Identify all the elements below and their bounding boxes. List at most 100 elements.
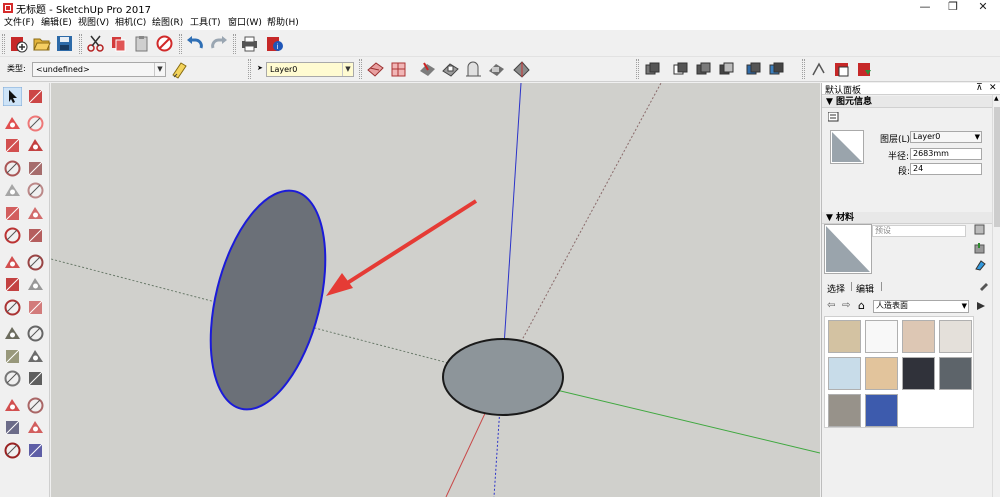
details-arrow-icon[interactable]: [975, 300, 987, 312]
material-swatch[interactable]: [939, 320, 972, 353]
protractor-icon[interactable]: [3, 347, 22, 366]
zoom-extents-icon[interactable]: [464, 60, 483, 79]
material-swatch[interactable]: [828, 357, 861, 390]
print-icon[interactable]: [240, 34, 259, 53]
layer-dropdown[interactable]: Layer0 ▼: [910, 131, 982, 143]
menu-edit[interactable]: 编辑(E): [41, 16, 72, 30]
tray-scrollbar[interactable]: ▲: [992, 95, 1000, 497]
close-button[interactable]: ✕: [968, 0, 998, 16]
paint-icon[interactable]: [170, 60, 189, 79]
right-view-icon[interactable]: [717, 60, 736, 79]
chevron-down-icon[interactable]: ▼: [975, 132, 980, 142]
orbit-icon[interactable]: [3, 396, 22, 415]
sample-paint-icon[interactable]: [974, 259, 986, 271]
camera-icon[interactable]: [487, 60, 506, 79]
front-view-icon[interactable]: [694, 60, 713, 79]
menu-view[interactable]: 视图(V): [78, 16, 109, 30]
chevron-down-icon[interactable]: ▼: [342, 63, 353, 76]
tab-edit[interactable]: 编辑: [856, 282, 874, 295]
zoom-window-icon[interactable]: [441, 60, 460, 79]
material-name-field[interactable]: 预设: [872, 225, 966, 237]
three-point-arc-icon[interactable]: [3, 226, 22, 245]
text-icon[interactable]: [26, 347, 45, 366]
make-component-icon[interactable]: [26, 87, 45, 106]
material-swatch[interactable]: [939, 357, 972, 390]
select-icon[interactable]: [3, 87, 22, 106]
rotated-rectangle-icon[interactable]: [26, 159, 45, 178]
tab-select[interactable]: 选择: [827, 282, 845, 295]
back-view-icon[interactable]: [744, 60, 763, 79]
model-viewport[interactable]: [51, 83, 820, 497]
tape-measure-icon[interactable]: [3, 324, 22, 343]
erase-icon[interactable]: [155, 34, 174, 53]
minimize-button[interactable]: —: [910, 0, 940, 16]
type-combo[interactable]: <undefined> ▼: [32, 62, 166, 77]
line-icon[interactable]: [3, 136, 22, 155]
rotate-icon[interactable]: [3, 275, 22, 294]
pin-icon[interactable]: ⊼: [976, 83, 983, 93]
entity-info-header[interactable]: ▼ 图元信息: [822, 96, 992, 108]
paint-bucket-icon[interactable]: [3, 114, 22, 133]
horizontal-circle[interactable]: [442, 338, 564, 416]
push-pull-icon[interactable]: [26, 253, 45, 272]
redo-icon[interactable]: [209, 34, 228, 53]
arc-icon[interactable]: [3, 204, 22, 223]
extension-warehouse-icon[interactable]: [833, 60, 852, 79]
scroll-thumb[interactable]: [994, 107, 1000, 227]
segments-field[interactable]: 24: [910, 163, 982, 175]
toolbar-grip[interactable]: [248, 59, 251, 79]
zoom-window-icon[interactable]: [26, 418, 45, 437]
menu-draw[interactable]: 绘图(R): [152, 16, 183, 30]
model-info-icon[interactable]: i: [265, 34, 284, 53]
rectangle-icon[interactable]: [3, 159, 22, 178]
menu-tools[interactable]: 工具(T): [190, 16, 221, 30]
chevron-down-icon[interactable]: ▼: [962, 301, 967, 311]
material-swatch[interactable]: [902, 357, 935, 390]
toolbar-grip[interactable]: [359, 59, 362, 79]
copy-icon[interactable]: [109, 34, 128, 53]
material-swatch[interactable]: [865, 357, 898, 390]
eyedropper-icon[interactable]: [978, 279, 990, 291]
chevron-down-icon[interactable]: ▼: [154, 63, 165, 76]
material-swatch[interactable]: [828, 320, 861, 353]
material-swatch[interactable]: [865, 394, 898, 427]
back-icon[interactable]: ⇦: [827, 300, 835, 311]
move-icon[interactable]: [3, 253, 22, 272]
radius-field[interactable]: 2683mm: [910, 148, 982, 160]
paste-icon[interactable]: [132, 34, 151, 53]
home-icon[interactable]: ⌂: [858, 299, 865, 312]
zoom-icon[interactable]: [418, 60, 437, 79]
menu-help[interactable]: 帮助(H): [267, 16, 299, 30]
zoom-icon[interactable]: [3, 418, 22, 437]
menu-file[interactable]: 文件(F): [4, 16, 34, 30]
close-icon[interactable]: ✕: [989, 83, 997, 93]
left-view-icon[interactable]: [767, 60, 786, 79]
material-swatch[interactable]: [865, 320, 898, 353]
circle-icon[interactable]: [3, 181, 22, 200]
pan-icon[interactable]: [389, 60, 408, 79]
layer-combo[interactable]: Layer0 ▼: [266, 62, 354, 77]
material-swatch[interactable]: [902, 320, 935, 353]
two-point-arc-icon[interactable]: [26, 204, 45, 223]
pan-icon[interactable]: [26, 396, 45, 415]
undo-icon[interactable]: [186, 34, 205, 53]
toolbar-grip[interactable]: [2, 34, 5, 54]
previous-view-icon[interactable]: [26, 441, 45, 460]
entity-info-detail-icon[interactable]: [828, 112, 840, 122]
cut-icon[interactable]: [86, 34, 105, 53]
open-folder-icon[interactable]: [32, 34, 51, 53]
3d-warehouse-icon[interactable]: [809, 60, 828, 79]
materials-header[interactable]: ▼ 材料: [822, 212, 992, 224]
eraser-icon[interactable]: [26, 114, 45, 133]
offset-icon[interactable]: [26, 298, 45, 317]
walk-icon[interactable]: [512, 60, 531, 79]
menu-camera[interactable]: 相机(C): [115, 16, 146, 30]
toolbar-grip[interactable]: [233, 34, 236, 54]
iso-view-icon[interactable]: [643, 60, 662, 79]
toolbar-grip[interactable]: [802, 59, 805, 79]
toolbar-grip[interactable]: [636, 59, 639, 79]
toolbar-grip[interactable]: [79, 34, 82, 54]
scroll-up-icon[interactable]: ▲: [994, 95, 999, 102]
top-view-icon[interactable]: [671, 60, 690, 79]
3d-text-icon[interactable]: [26, 369, 45, 388]
